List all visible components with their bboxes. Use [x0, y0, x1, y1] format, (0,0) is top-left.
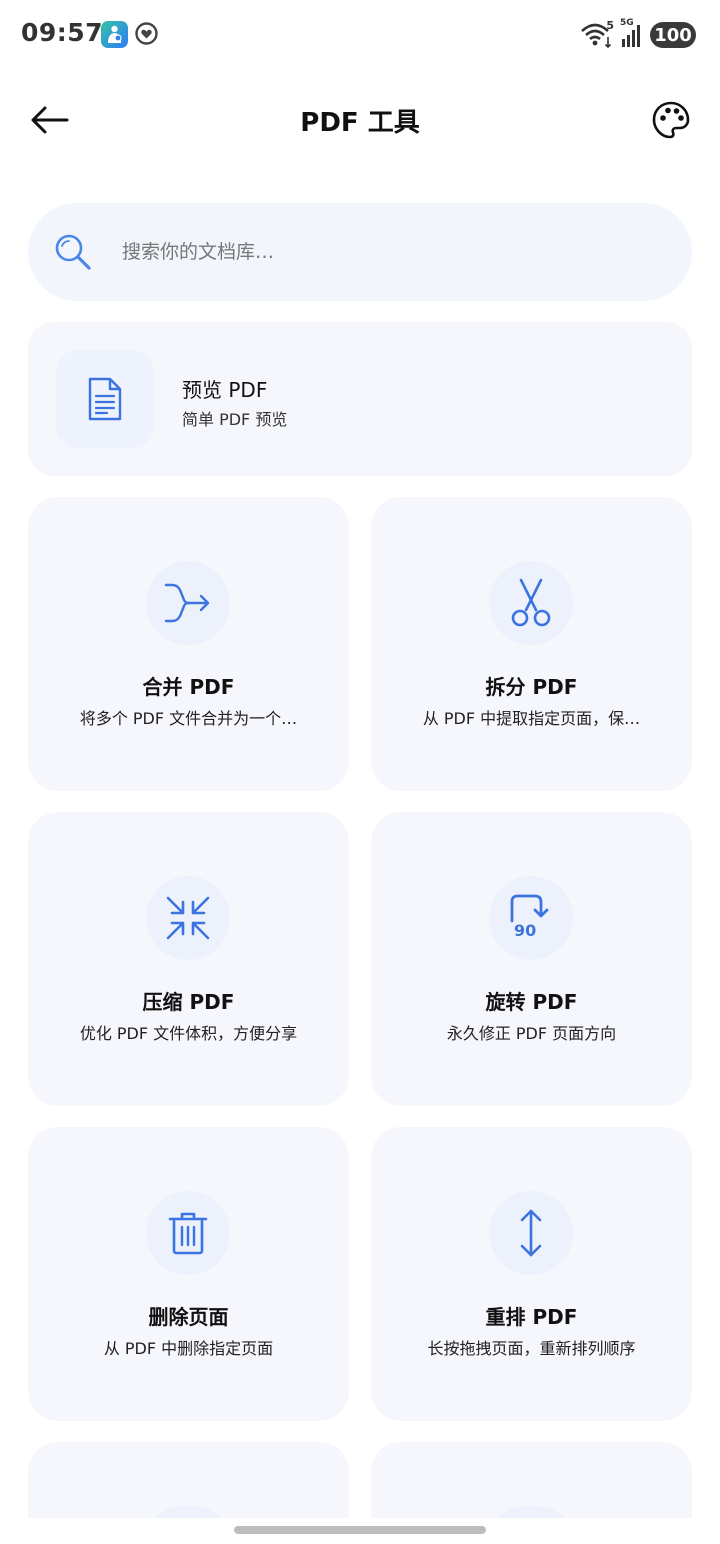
status-indicators: 5 5G 100	[580, 18, 696, 52]
app-header: PDF 工具	[0, 80, 720, 160]
scissors-icon	[511, 578, 551, 627]
preview-icon-tile	[56, 350, 154, 448]
tool-title: 合并 PDF	[142, 675, 235, 699]
status-time: 09:57	[21, 18, 104, 47]
compress-pdf-card[interactable]: 压缩 PDF 优化 PDF 文件体积，方便分享	[28, 812, 349, 1106]
search-input[interactable]	[120, 240, 604, 264]
reorder-icon	[520, 1209, 542, 1257]
reorder-pdf-card[interactable]: 重排 PDF 长按拖拽页面，重新排列顺序	[371, 1127, 692, 1421]
rotate-icon-circle: 90	[489, 876, 573, 960]
home-indicator[interactable]	[234, 1526, 486, 1534]
page-title: PDF 工具	[300, 108, 420, 138]
tool-title: 重排 PDF	[485, 1305, 578, 1329]
tool-description: 优化 PDF 文件体积，方便分享	[79, 1024, 298, 1043]
heart-badge-icon	[134, 21, 159, 46]
theme-button[interactable]	[649, 98, 693, 142]
trash-icon	[168, 1212, 208, 1255]
app-notification-icon	[101, 21, 128, 48]
palette-icon	[652, 101, 690, 139]
document-icon	[88, 377, 122, 421]
merge-icon-circle	[146, 561, 230, 645]
search-icon	[52, 231, 94, 273]
search-bar[interactable]	[28, 203, 692, 301]
tool-description: 永久修正 PDF 页面方向	[446, 1024, 617, 1043]
rotate-icon-text: 90	[514, 921, 537, 940]
wifi-sub-label: 5	[606, 19, 614, 32]
battery-indicator: 100	[650, 22, 696, 48]
cellular-signal-icon: 5G	[620, 18, 644, 49]
preview-pdf-card[interactable]: 预览 PDF 简单 PDF 预览	[28, 322, 692, 476]
wifi-icon: 5	[580, 19, 614, 49]
merge-icon	[164, 583, 210, 623]
compress-icon-circle	[146, 876, 230, 960]
rotate-icon: 90	[508, 893, 554, 943]
preview-title: 预览 PDF	[182, 378, 268, 402]
tool-description: 将多个 PDF 文件合并为一个…	[79, 709, 298, 728]
tool-title: 拆分 PDF	[485, 675, 578, 699]
reorder-icon-circle	[489, 1191, 573, 1275]
status-bar: 09:57 5 5G 100	[0, 0, 720, 70]
delete-pages-card[interactable]: 删除页面 从 PDF 中删除指定页面	[28, 1127, 349, 1421]
tool-description: 长按拖拽页面，重新排列顺序	[427, 1339, 636, 1358]
tool-title: 压缩 PDF	[142, 990, 235, 1014]
delete-icon-circle	[146, 1191, 230, 1275]
split-icon-circle	[489, 561, 573, 645]
preview-subtitle: 简单 PDF 预览	[182, 410, 288, 429]
tool-title: 旋转 PDF	[485, 990, 578, 1014]
tool-title: 删除页面	[148, 1305, 229, 1329]
rotate-pdf-card[interactable]: 90 旋转 PDF 永久修正 PDF 页面方向	[371, 812, 692, 1106]
tool-description: 从 PDF 中提取指定页面，保…	[422, 709, 641, 728]
split-pdf-card[interactable]: 拆分 PDF 从 PDF 中提取指定页面，保…	[371, 497, 692, 791]
merge-pdf-card[interactable]: 合并 PDF 将多个 PDF 文件合并为一个…	[28, 497, 349, 791]
tool-description: 从 PDF 中删除指定页面	[103, 1339, 274, 1358]
compress-icon	[166, 896, 210, 940]
